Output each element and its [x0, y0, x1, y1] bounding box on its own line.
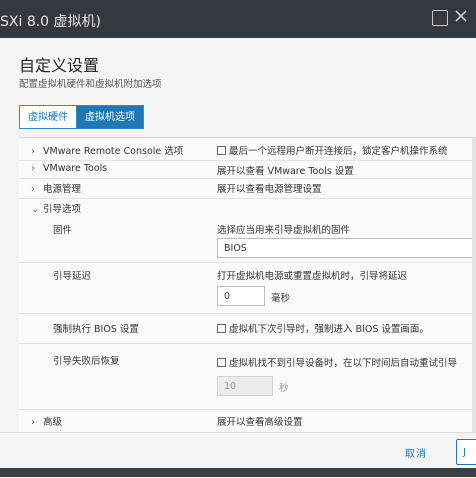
force-bios-checkbox[interactable] — [217, 324, 226, 333]
customize-settings-dialog: 自定义设置 配置虚拟机硬件和虚拟机附加选项 虚拟硬件 虚拟机选项 › VMware… — [0, 38, 476, 478]
scrollbar[interactable] — [472, 138, 476, 433]
boot-options-label[interactable]: ⌄ 引导选项 — [31, 201, 81, 215]
vmrc-lock-option[interactable]: 最后一个远程用户断开连接后，锁定客户机操作系统 — [217, 143, 448, 157]
failed-boot-recovery-option[interactable]: 虚拟机找不到引导设备时，在以下时间后自动重试引导 — [217, 355, 457, 369]
force-bios-label: 强制执行 BIOS 设置 — [53, 324, 139, 335]
tab-vm-options[interactable]: 虚拟机选项 — [76, 105, 144, 129]
boot-delay-input[interactable]: 0 — [217, 286, 265, 306]
vmrc-lock-checkbox[interactable] — [217, 146, 226, 155]
firmware-select[interactable]: BIOS — [217, 238, 476, 258]
boot-delay-unit: 毫秒 — [271, 293, 291, 304]
firmware-label: 固件 — [53, 225, 73, 236]
boot-delay-hint: 打开虚拟机电源或重置虚拟机时，引导将延迟 — [217, 271, 408, 282]
window-title: SXi 8.0 虚拟机) — [0, 14, 101, 30]
force-bios-option[interactable]: 虚拟机下次引导时，强制进入 BIOS 设置画面。 — [217, 321, 429, 335]
chevron-right-icon: › — [31, 417, 35, 428]
retry-delay-unit: 秒 — [279, 383, 289, 394]
row-vmrc-options[interactable]: › VMware Remote Console 选项 最后一个远程用户断开连接后，… — [19, 138, 476, 161]
firmware-hint: 选择应当用来引导虚拟机的固件 — [217, 225, 351, 236]
window-titlebar: SXi 8.0 虚拟机) — [0, 0, 476, 38]
tab-bar: 虚拟硬件 虚拟机选项 — [19, 105, 144, 129]
cancel-button[interactable]: 取消 — [405, 445, 427, 460]
advanced-value: 展开以查看高级设置 — [217, 417, 303, 428]
row-power-management[interactable]: › 电源管理 展开以查看电源管理设置 — [19, 178, 476, 199]
chevron-right-icon: › — [31, 163, 35, 174]
close-icon[interactable] — [454, 9, 468, 23]
row-force-bios: 强制执行 BIOS 设置 虚拟机下次引导时，强制进入 BIOS 设置画面。 — [19, 313, 476, 344]
chevron-right-icon: › — [31, 146, 35, 157]
advanced-label[interactable]: › 高级 — [31, 414, 62, 428]
power-management-value: 展开以查看电源管理设置 — [217, 184, 322, 195]
vmware-tools-value: 展开以查看 VMware Tools 设置 — [217, 166, 354, 177]
dialog-subtitle: 配置虚拟机硬件和虚拟机附加选项 — [19, 79, 162, 90]
retry-delay-input[interactable]: 10 — [217, 376, 273, 396]
vm-options-list: › VMware Remote Console 选项 最后一个远程用户断开连接后，… — [19, 137, 476, 433]
row-vmware-tools[interactable]: › VMware Tools 展开以查看 VMware Tools 设置 — [19, 160, 476, 179]
row-boot-options[interactable]: ⌄ 引导选项 — [19, 198, 476, 216]
row-failed-boot-recovery: 引导失败后恢复 虚拟机找不到引导设备时，在以下时间后自动重试引导 10 秒 — [19, 343, 476, 410]
window-bottom-edge — [0, 468, 476, 477]
vmrc-options-label[interactable]: › VMware Remote Console 选项 — [31, 143, 183, 157]
failed-boot-recovery-checkbox[interactable] — [217, 358, 226, 367]
power-management-label[interactable]: › 电源管理 — [31, 181, 81, 195]
maximize-icon[interactable] — [432, 10, 448, 26]
chevron-right-icon: › — [31, 184, 35, 195]
dialog-title: 自定义设置 — [19, 56, 100, 75]
boot-delay-label: 引导延迟 — [53, 271, 92, 282]
tab-virtual-hardware[interactable]: 虚拟硬件 — [19, 105, 76, 129]
row-advanced[interactable]: › 高级 展开以查看高级设置 — [19, 409, 476, 431]
vmware-tools-label[interactable]: › VMware Tools — [31, 163, 107, 174]
ok-button[interactable]: J — [456, 439, 476, 465]
row-boot-delay: 引导延迟 打开虚拟机电源或重置虚拟机时，引导将延迟 0 毫秒 — [19, 262, 476, 314]
chevron-down-icon: ⌄ — [31, 204, 40, 215]
failed-boot-recovery-label: 引导失败后恢复 — [53, 356, 120, 367]
row-firmware: 固件 选择应当用来引导虚拟机的固件 BIOS — [19, 216, 476, 263]
